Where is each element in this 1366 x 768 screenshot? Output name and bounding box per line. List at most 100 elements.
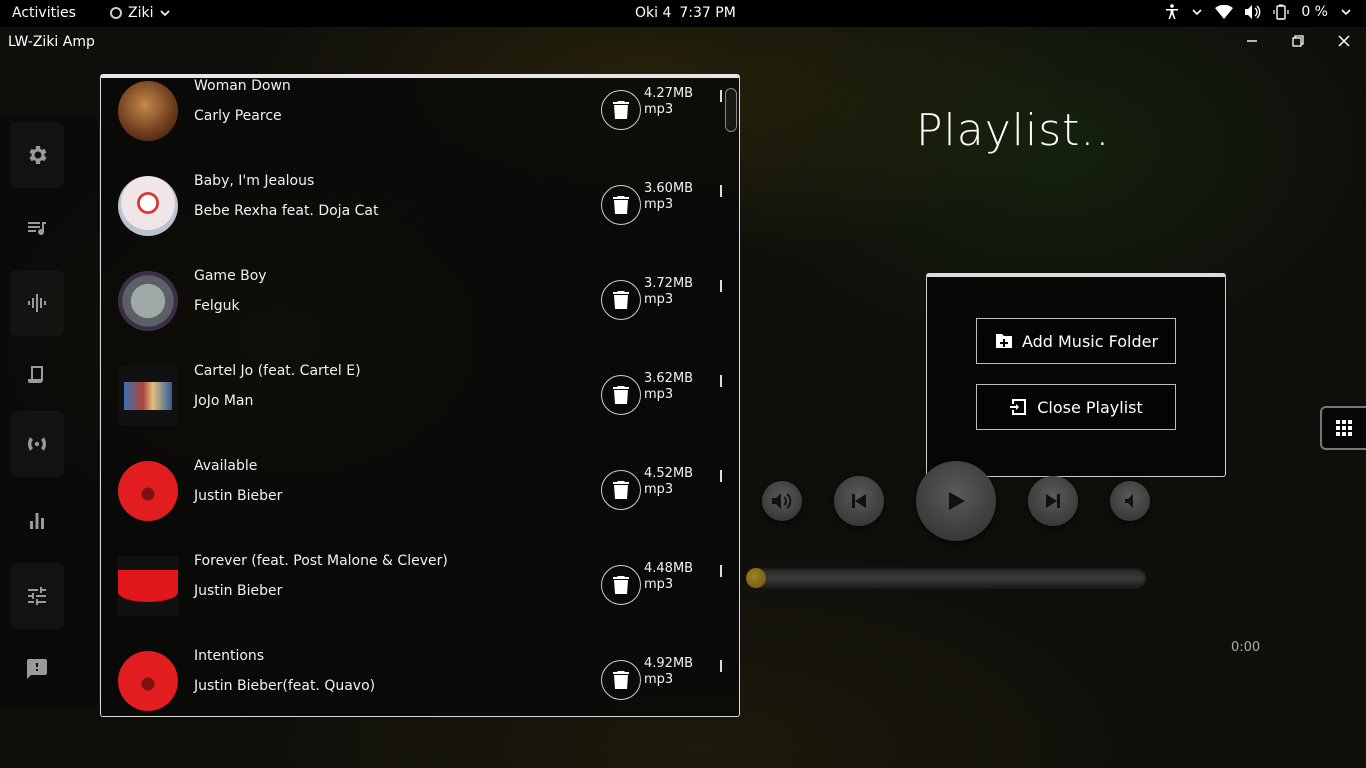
trash-icon <box>613 481 629 499</box>
row-indicator <box>720 470 722 482</box>
track-row[interactable]: Available Justin Bieber 4.52MB mp3 <box>101 444 723 539</box>
track-row[interactable]: Game Boy Felguk 3.72MB mp3 <box>101 254 723 349</box>
album-art <box>118 366 178 426</box>
trash-icon <box>613 671 629 689</box>
activities-button[interactable]: Activities <box>12 5 76 21</box>
exit-icon <box>1010 399 1027 415</box>
sliders-icon <box>28 587 46 605</box>
skip-next-icon <box>1046 494 1060 508</box>
app-menu-label: Ziki <box>128 5 154 21</box>
track-row[interactable]: Forever (feat. Post Malone & Clever) Jus… <box>101 539 723 634</box>
track-size: 4.48MB <box>644 561 694 576</box>
track-format: mp3 <box>644 482 674 497</box>
skip-previous-icon <box>852 494 866 508</box>
folder-add-icon <box>995 334 1012 348</box>
sidebar <box>0 116 100 710</box>
sidebar-feedback-button[interactable] <box>10 636 64 702</box>
row-indicator <box>720 280 722 292</box>
album-art-image <box>118 570 178 602</box>
maximize-button[interactable] <box>1290 33 1306 49</box>
wifi-icon <box>1215 5 1234 19</box>
delete-track-button[interactable] <box>601 90 641 130</box>
track-size: 3.62MB <box>644 371 694 386</box>
previous-track-button[interactable] <box>834 476 884 526</box>
close-playlist-label: Close Playlist <box>1037 397 1143 417</box>
next-track-button[interactable] <box>1028 476 1078 526</box>
playlist-icon <box>28 222 46 236</box>
clock-date: Oki 4 <box>635 5 672 21</box>
album-art <box>118 176 178 236</box>
track-file-info: 4.52MB mp3 <box>644 466 693 498</box>
track-title: Woman Down <box>194 78 291 94</box>
track-file-info: 4.48MB mp3 <box>644 561 693 593</box>
album-art-image <box>124 382 172 410</box>
track-row[interactable]: Intentions Justin Bieber(feat. Quavo) 4.… <box>101 634 723 716</box>
delete-track-button[interactable] <box>601 660 641 700</box>
delete-track-button[interactable] <box>601 375 641 415</box>
row-indicator <box>720 375 722 387</box>
app-menu[interactable]: Ziki <box>110 5 171 21</box>
close-window-button[interactable] <box>1336 33 1352 49</box>
playlist-scrollbar[interactable] <box>725 88 737 132</box>
album-art <box>118 461 178 521</box>
track-format: mp3 <box>644 387 674 402</box>
clock[interactable]: Oki 4 7:37 PM <box>635 5 736 21</box>
album-art <box>118 556 178 616</box>
track-artist: Carly Pearce <box>194 108 282 124</box>
sidebar-radio-button[interactable] <box>10 411 64 477</box>
sidebar-lyrics-button[interactable] <box>10 342 64 408</box>
minimize-icon <box>1247 40 1257 42</box>
album-art <box>118 271 178 331</box>
row-indicator <box>720 90 722 102</box>
track-title: Available <box>194 458 258 474</box>
trash-icon <box>613 386 629 404</box>
delete-track-button[interactable] <box>601 280 641 320</box>
battery-icon <box>1273 4 1289 20</box>
grid-view-button[interactable] <box>1320 406 1366 450</box>
seek-knob[interactable] <box>746 568 766 588</box>
volume-icon <box>1245 5 1261 19</box>
feedback-icon <box>27 659 47 679</box>
track-artist: Bebe Rexha feat. Doja Cat <box>194 203 379 219</box>
sidebar-equalizer-button[interactable] <box>10 563 64 629</box>
system-top-bar: Activities Ziki Oki 4 7:37 PM 0 % <box>0 0 1366 27</box>
sidebar-playlist-button[interactable] <box>10 195 64 261</box>
track-row[interactable]: Cartel Jo (feat. Cartel E) JoJo Man 3.62… <box>101 349 723 444</box>
track-artist: Justin Bieber <box>194 488 283 504</box>
sidebar-stats-button[interactable] <box>10 488 64 554</box>
minimize-button[interactable] <box>1244 33 1260 49</box>
grid-icon <box>1336 420 1352 436</box>
volume-up-icon <box>772 493 792 509</box>
ziki-app-icon <box>110 7 122 19</box>
row-indicator <box>720 185 722 197</box>
seek-bar[interactable] <box>746 567 1146 589</box>
battery-percentage: 0 % <box>1301 4 1328 20</box>
track-artist: Justin Bieber(feat. Quavo) <box>194 678 376 694</box>
add-music-folder-label: Add Music Folder <box>1021 331 1159 351</box>
waveform-icon <box>28 294 46 312</box>
track-size: 4.92MB <box>644 656 694 671</box>
close-playlist-button[interactable]: Close Playlist <box>976 384 1176 430</box>
app-window: LW-Ziki Amp Woman Down Carly Pearce 4.27… <box>0 27 1366 768</box>
delete-track-button[interactable] <box>601 470 641 510</box>
album-art <box>118 651 178 711</box>
volume-up-button[interactable] <box>762 481 802 521</box>
add-music-folder-button[interactable]: Add Music Folder <box>976 318 1176 364</box>
system-tray[interactable]: 0 % <box>1165 4 1352 20</box>
play-button[interactable] <box>916 461 996 541</box>
track-size: 4.27MB <box>644 86 694 101</box>
sidebar-settings-button[interactable] <box>10 122 64 188</box>
delete-track-button[interactable] <box>601 185 641 225</box>
track-size: 3.60MB <box>644 181 694 196</box>
trash-icon <box>613 101 629 119</box>
page-title: Playlist.. <box>916 105 1111 156</box>
restore-icon <box>1292 35 1304 47</box>
track-list[interactable]: Woman Down Carly Pearce 4.27MB mp3 Baby, … <box>101 78 723 716</box>
track-row[interactable]: Woman Down Carly Pearce 4.27MB mp3 <box>101 78 723 159</box>
track-format: mp3 <box>644 197 674 212</box>
track-row[interactable]: Baby, I'm Jealous Bebe Rexha feat. Doja … <box>101 159 723 254</box>
delete-track-button[interactable] <box>601 565 641 605</box>
volume-down-button[interactable] <box>1110 481 1150 521</box>
chevron-down-icon <box>1192 9 1202 16</box>
sidebar-visualizer-button[interactable] <box>10 270 64 336</box>
